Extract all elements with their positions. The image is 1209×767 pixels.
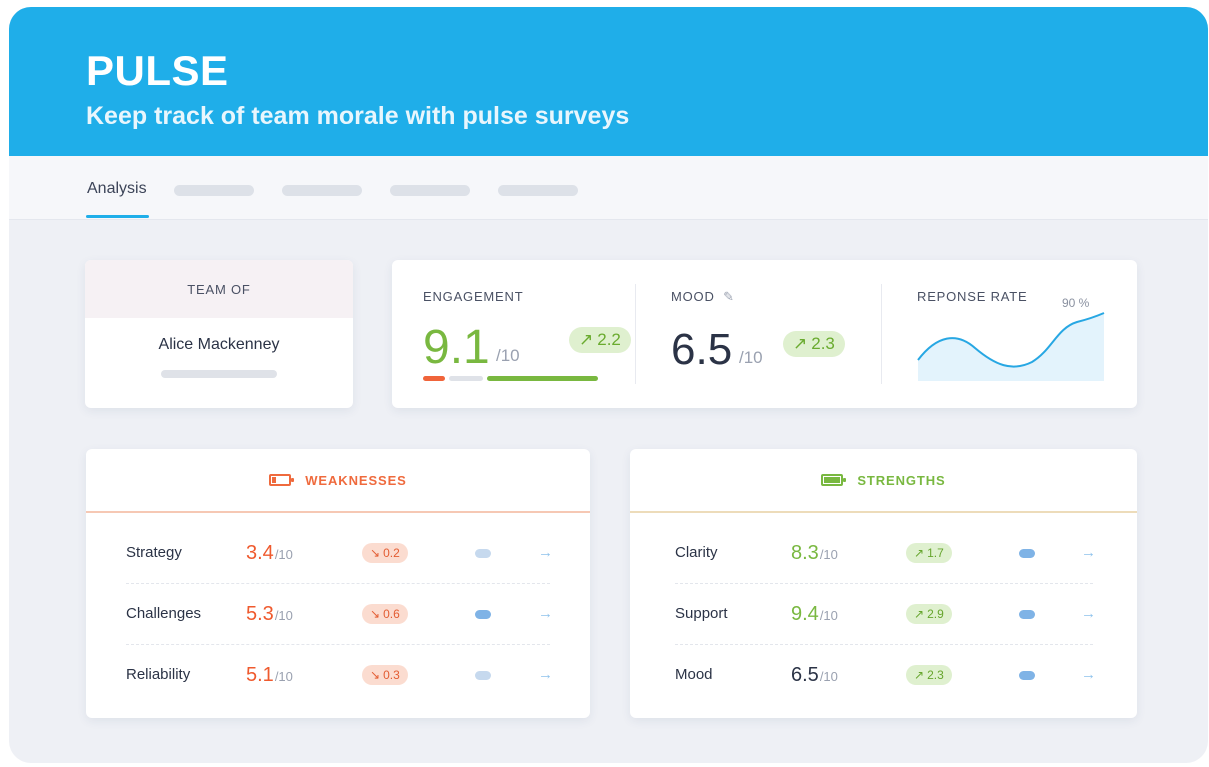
mood-stat: MOOD ✎ 6.5 /10 ↗ 2.3	[671, 260, 891, 408]
team-of-label: TEAM OF	[187, 281, 251, 297]
text-placeholder	[161, 370, 277, 378]
mood-change-badge: ↗ 2.3	[783, 331, 845, 357]
engagement-value: 9.1	[423, 321, 490, 374]
status-dot	[475, 610, 491, 619]
app-frame: PULSE Keep track of team morale with pul…	[9, 7, 1208, 763]
app-subtitle: Keep track of team morale with pulse sur…	[86, 102, 630, 130]
weakness-row-strategy[interactable]: Strategy 3.4/10 ↘ 0.2 →	[86, 523, 590, 583]
status-dot	[1019, 610, 1035, 619]
arrow-right-icon[interactable]: →	[538, 645, 553, 705]
mood-out-of: /10	[739, 348, 763, 367]
tab-bar: Analysis	[9, 156, 1208, 220]
change-badge: ↗ 2.3	[906, 665, 952, 685]
engagement-bar-neutral	[449, 376, 483, 381]
mood-change: 2.3	[811, 334, 835, 353]
app-title: PULSE	[86, 47, 229, 94]
change-badge: ↗ 2.9	[906, 604, 952, 624]
stats-card: ENGAGEMENT 9.1 /10 ↗ 2.2 MOOD ✎ 6.5 /10 …	[392, 260, 1137, 408]
tab-placeholder[interactable]	[174, 185, 254, 196]
row-label: Reliability	[126, 666, 191, 683]
team-member-name: Alice Mackenney	[158, 336, 280, 353]
row-score: 9.4/10	[791, 603, 838, 625]
change-badge: ↗ 1.7	[906, 543, 952, 563]
arrow-right-icon[interactable]: →	[1081, 584, 1096, 644]
status-dot	[1019, 549, 1035, 558]
trend-up-icon: ↗	[914, 668, 925, 682]
row-score: 3.4/10	[246, 542, 293, 564]
strength-row-clarity[interactable]: Clarity 8.3/10 ↗ 1.7 →	[630, 523, 1137, 583]
weakness-row-challenges[interactable]: Challenges 5.3/10 ↘ 0.6 →	[86, 584, 590, 644]
arrow-right-icon[interactable]: →	[538, 523, 553, 583]
strength-row-support[interactable]: Support 9.4/10 ↗ 2.9 →	[630, 584, 1137, 644]
response-rate-value: 90 %	[1062, 296, 1090, 310]
engagement-change: 2.2	[597, 330, 621, 349]
row-label: Support	[675, 605, 728, 622]
weaknesses-title: WEAKNESSES	[305, 472, 407, 488]
divider	[881, 284, 882, 384]
strengths-title: STRENGTHS	[857, 472, 946, 488]
team-card-header: TEAM OF	[85, 260, 353, 318]
tab-placeholder[interactable]	[282, 185, 362, 196]
trend-up-icon: ↗	[914, 607, 925, 621]
row-label: Strategy	[126, 544, 182, 561]
engagement-change-badge: ↗ 2.2	[569, 327, 631, 353]
strengths-header: STRENGTHS	[630, 449, 1137, 513]
strength-row-mood[interactable]: Mood 6.5/10 ↗ 2.3 →	[630, 645, 1137, 705]
row-label: Clarity	[675, 544, 718, 561]
tab-placeholder[interactable]	[498, 185, 578, 196]
active-tab-indicator	[86, 215, 149, 218]
row-score: 8.3/10	[791, 542, 838, 564]
arrow-right-icon[interactable]: →	[1081, 645, 1096, 705]
response-rate-sparkline	[917, 312, 1105, 381]
row-label: Challenges	[126, 605, 202, 622]
weaknesses-panel: WEAKNESSES Strategy 3.4/10 ↘ 0.2 → Challe…	[86, 449, 590, 718]
row-score: 5.3/10	[246, 603, 293, 625]
status-dot	[475, 549, 491, 558]
battery-low-icon	[269, 474, 295, 486]
trend-up-icon: ↗	[579, 330, 594, 349]
row-score: 6.5/10	[791, 664, 838, 686]
mood-label: MOOD ✎	[671, 289, 735, 304]
weakness-row-reliability[interactable]: Reliability 5.1/10 ↘ 0.3 →	[86, 645, 590, 705]
weaknesses-header: WEAKNESSES	[86, 449, 590, 513]
tab-analysis[interactable]: Analysis	[87, 180, 147, 198]
battery-full-icon	[821, 474, 847, 486]
pin-icon[interactable]: ✎	[723, 289, 735, 304]
engagement-out-of: /10	[496, 346, 520, 365]
trend-down-icon: ↘	[370, 668, 381, 682]
engagement-bar-negative	[423, 376, 445, 381]
tab-placeholder[interactable]	[390, 185, 470, 196]
change-badge: ↘ 0.3	[362, 665, 408, 685]
trend-down-icon: ↘	[370, 607, 381, 621]
engagement-stat: ENGAGEMENT 9.1 /10 ↗ 2.2	[423, 260, 643, 408]
team-card: TEAM OF Alice Mackenney	[85, 260, 353, 408]
header: PULSE Keep track of team morale with pul…	[9, 7, 1208, 156]
status-dot	[1019, 671, 1035, 680]
engagement-bar-positive	[487, 376, 598, 381]
change-badge: ↘ 0.6	[362, 604, 408, 624]
change-badge: ↘ 0.2	[362, 543, 408, 563]
trend-up-icon: ↗	[793, 334, 808, 353]
strengths-panel: STRENGTHS Clarity 8.3/10 ↗ 1.7 → Support …	[630, 449, 1137, 718]
status-dot	[475, 671, 491, 680]
arrow-right-icon[interactable]: →	[538, 584, 553, 644]
mood-value: 6.5	[671, 325, 733, 374]
trend-up-icon: ↗	[914, 546, 925, 560]
trend-down-icon: ↘	[370, 546, 381, 560]
row-label: Mood	[675, 666, 713, 683]
engagement-label: ENGAGEMENT	[423, 289, 524, 304]
arrow-right-icon[interactable]: →	[1081, 523, 1096, 583]
row-score: 5.1/10	[246, 664, 293, 686]
response-rate-label: REPONSE RATE	[917, 289, 1028, 304]
response-rate-stat: REPONSE RATE 90 %	[917, 260, 1117, 408]
divider	[635, 284, 636, 384]
